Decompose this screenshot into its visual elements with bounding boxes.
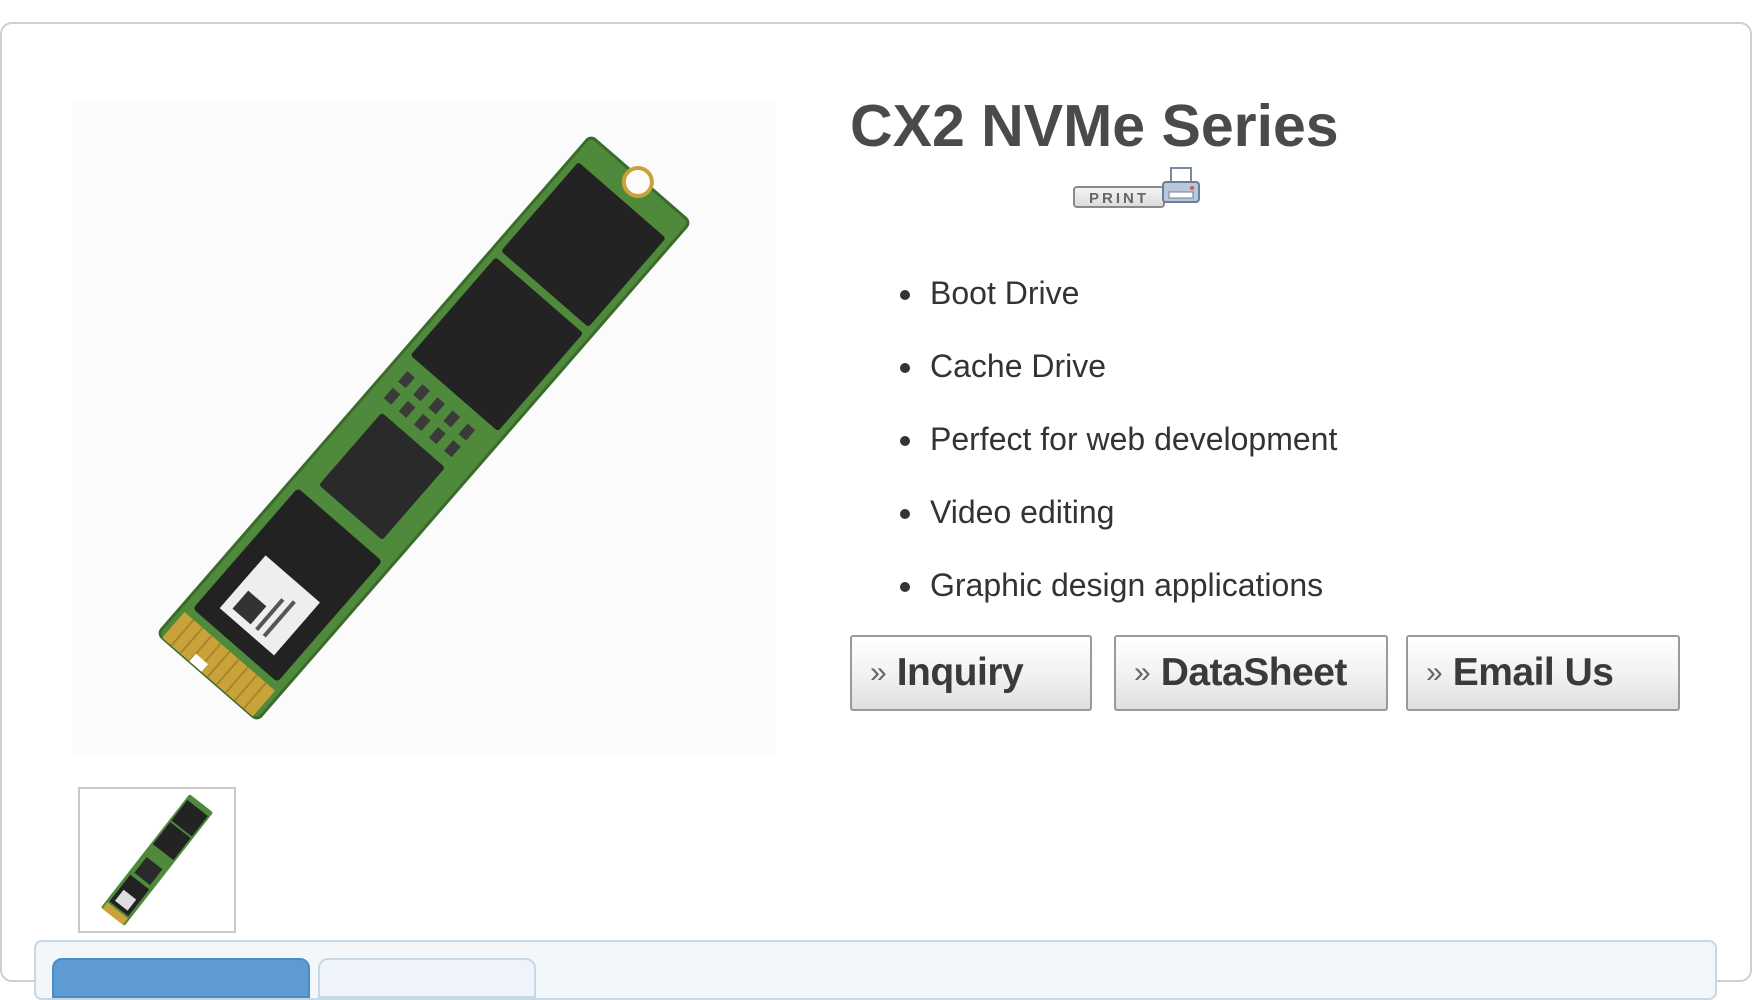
inquiry-label: Inquiry: [896, 651, 1024, 694]
print-label: PRINT: [1073, 186, 1165, 208]
product-thumbnail[interactable]: [78, 787, 236, 933]
double-chevron-right-icon: »: [870, 656, 887, 689]
feature-item: Cache Drive: [926, 345, 1337, 418]
datasheet-label: DataSheet: [1160, 651, 1348, 694]
feature-item: Video editing: [926, 491, 1337, 564]
email-us-button[interactable]: » Email Us: [1406, 635, 1680, 711]
datasheet-button[interactable]: » DataSheet: [1114, 635, 1388, 711]
feature-item: Perfect for web development: [926, 418, 1337, 491]
double-chevron-right-icon: »: [1426, 656, 1443, 689]
product-image[interactable]: [72, 100, 776, 756]
printer-icon: [1161, 166, 1201, 213]
email-us-label: Email Us: [1452, 651, 1614, 694]
print-button[interactable]: PRINT: [1071, 166, 1207, 212]
tab-active[interactable]: [52, 958, 310, 998]
product-title: CX2 NVMe Series: [850, 93, 1339, 159]
inquiry-button[interactable]: » Inquiry: [850, 635, 1092, 711]
double-chevron-right-icon: »: [1134, 656, 1151, 689]
feature-list: Boot Drive Cache Drive Perfect for web d…: [904, 272, 1337, 637]
feature-item: Graphic design applications: [926, 564, 1337, 637]
feature-item: Boot Drive: [926, 272, 1337, 345]
tab-inactive[interactable]: [318, 958, 536, 998]
